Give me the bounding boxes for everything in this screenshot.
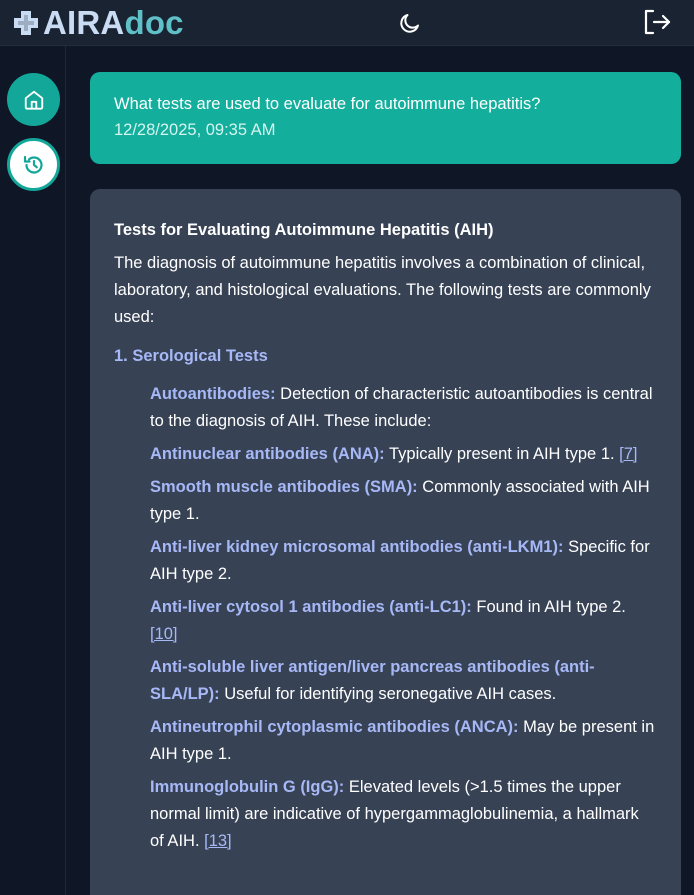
- list-item: Anti-soluble liver antigen/liver pancrea…: [150, 654, 657, 708]
- list-item: Anti-liver cytosol 1 antibodies (anti-LC…: [150, 594, 657, 648]
- medical-cross-icon: [14, 11, 38, 35]
- answer-list: Autoantibodies: Detection of characteris…: [150, 381, 657, 855]
- reference-link[interactable]: [10]: [150, 625, 178, 643]
- reference-link[interactable]: [13]: [204, 832, 232, 850]
- list-item: Antineutrophil cytoplasmic antibodies (A…: [150, 714, 657, 768]
- item-term: Anti-liver kidney microsomal antibodies …: [150, 538, 564, 556]
- logo-text-aira: AIRA: [43, 4, 125, 41]
- home-icon: [24, 90, 43, 110]
- item-text: Useful for identifying seronegative AIH …: [219, 685, 557, 703]
- answer-intro: The diagnosis of autoimmune hepatitis in…: [114, 254, 651, 326]
- item-term: Antineutrophil cytoplasmic antibodies (A…: [150, 718, 519, 736]
- list-item: Smooth muscle antibodies (SMA): Commonly…: [150, 474, 657, 528]
- logo[interactable]: AIRAdoc: [12, 6, 184, 40]
- item-term: Anti-liver cytosol 1 antibodies (anti-LC…: [150, 598, 472, 616]
- item-term: Antinuclear antibodies (ANA):: [150, 445, 385, 463]
- list-item: Antinuclear antibodies (ANA): Typically …: [150, 441, 657, 468]
- assistant-answer-card: Tests for Evaluating Autoimmune Hepatiti…: [90, 189, 681, 895]
- list-item: Autoantibodies: Detection of characteris…: [150, 381, 657, 435]
- app-window: AIRAdoc What tests are used to evaluate …: [0, 0, 694, 895]
- reference-link[interactable]: [7]: [619, 445, 637, 463]
- list-item: Immunoglobulin G (IgG): Elevated levels …: [150, 774, 657, 855]
- section-title: 1. Serological Tests: [114, 347, 268, 365]
- list-item: Anti-liver kidney microsomal antibodies …: [150, 534, 657, 588]
- history-icon: [23, 155, 43, 174]
- logout-button[interactable]: [642, 8, 672, 36]
- user-question: What tests are used to evaluate for auto…: [114, 95, 541, 113]
- theme-toggle-button[interactable]: [398, 11, 422, 35]
- top-bar: AIRAdoc: [0, 0, 694, 46]
- item-text: Typically present in AIH type 1.: [384, 445, 620, 463]
- logo-text: AIRAdoc: [43, 6, 184, 40]
- item-text: Found in AIH type 2.: [471, 598, 626, 616]
- message-timestamp: 12/28/2025, 09:35 AM: [114, 121, 276, 139]
- item-term: Smooth muscle antibodies (SMA):: [150, 478, 418, 496]
- item-term: Autoantibodies:: [150, 385, 276, 403]
- logout-icon: [644, 9, 671, 35]
- item-term: Immunoglobulin G (IgG):: [150, 778, 345, 796]
- moon-icon: [400, 14, 419, 33]
- user-message-bubble: What tests are used to evaluate for auto…: [90, 72, 681, 164]
- sidebar-item-history[interactable]: [7, 138, 60, 191]
- sidebar: [0, 46, 66, 895]
- answer-title: Tests for Evaluating Autoimmune Hepatiti…: [114, 221, 494, 239]
- logo-text-doc: doc: [124, 4, 184, 41]
- chat-area: What tests are used to evaluate for auto…: [66, 46, 694, 895]
- sidebar-item-home[interactable]: [7, 73, 60, 126]
